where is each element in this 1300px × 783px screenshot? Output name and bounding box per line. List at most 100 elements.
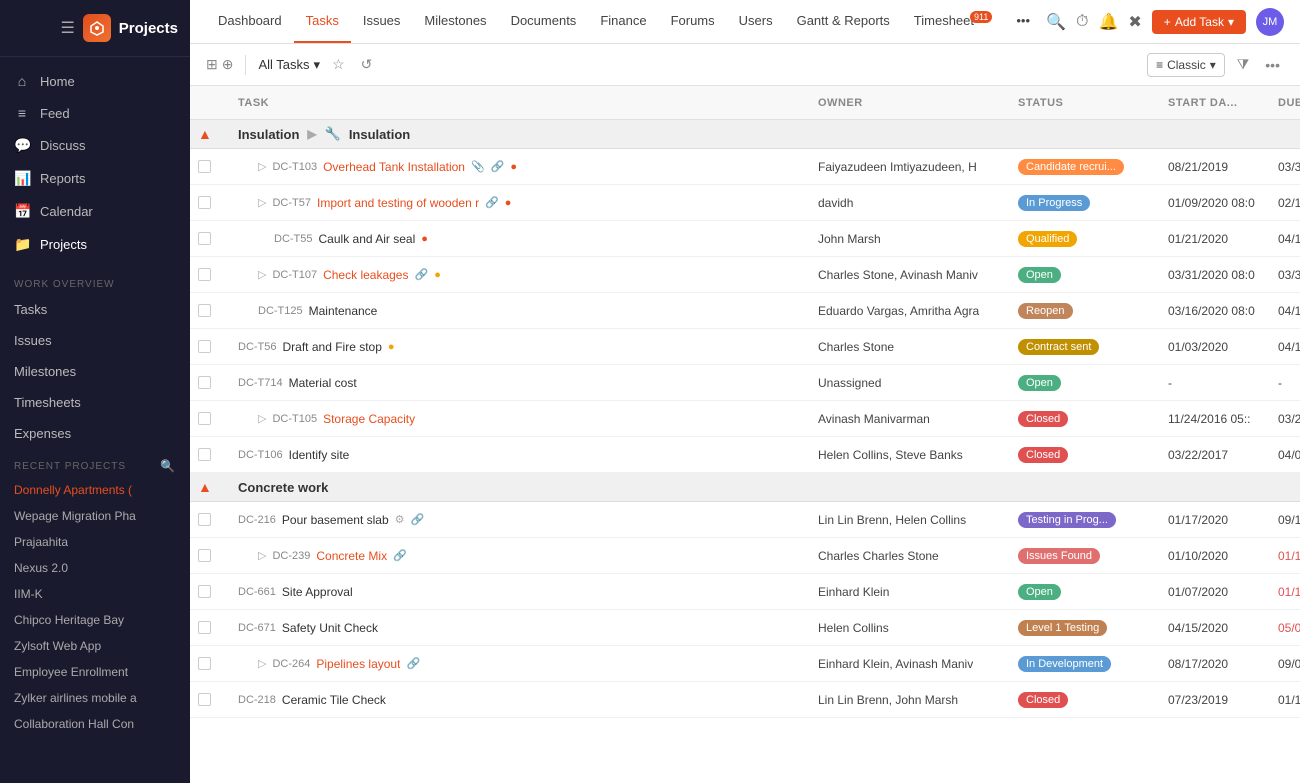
checkbox[interactable] bbox=[198, 513, 211, 526]
task-name[interactable]: Draft and Fire stop bbox=[283, 340, 382, 354]
nav-tasks[interactable]: Tasks bbox=[294, 0, 351, 43]
top-nav: Dashboard Tasks Issues Milestones Docume… bbox=[190, 0, 1300, 44]
nav-issues[interactable]: Issues bbox=[351, 0, 413, 43]
sidebar-item-reports[interactable]: 📊 Reports bbox=[0, 162, 190, 195]
sidebar-item-timesheets[interactable]: Timesheets bbox=[0, 387, 190, 418]
task-name[interactable]: Material cost bbox=[289, 376, 357, 390]
status: Candidate recrui... bbox=[1018, 158, 1168, 175]
recent-project-zylsoft[interactable]: Zylsoft Web App bbox=[0, 633, 190, 659]
task-name[interactable]: Check leakages bbox=[323, 268, 408, 282]
checkbox[interactable] bbox=[198, 196, 211, 209]
status: Level 1 Testing bbox=[1018, 619, 1168, 636]
sidebar-item-home[interactable]: ⌂ Home bbox=[0, 65, 190, 97]
search-icon[interactable]: 🔍 bbox=[1046, 12, 1066, 32]
checkbox[interactable] bbox=[198, 376, 211, 389]
all-tasks-button[interactable]: All Tasks ▾ bbox=[258, 57, 320, 73]
checkbox[interactable] bbox=[198, 340, 211, 353]
group-collapse-icon[interactable]: ▲ bbox=[198, 126, 238, 142]
recent-project-iimk[interactable]: IIM-K bbox=[0, 581, 190, 607]
checkbox[interactable] bbox=[198, 693, 211, 706]
th-task: TASK bbox=[238, 97, 818, 109]
nav-timesheet[interactable]: Timesheet 911 bbox=[902, 0, 1005, 43]
sidebar-item-expenses[interactable]: Expenses bbox=[0, 418, 190, 449]
task-name[interactable]: Pour basement slab bbox=[282, 513, 389, 527]
task-name[interactable]: Overhead Tank Installation bbox=[323, 160, 465, 174]
checkbox[interactable] bbox=[198, 549, 211, 562]
recent-project-donnelly[interactable]: Donnelly Apartments ( bbox=[0, 477, 190, 503]
checkbox[interactable] bbox=[198, 585, 211, 598]
task-name[interactable]: Maintenance bbox=[309, 304, 378, 318]
recent-project-collaboration[interactable]: Collaboration Hall Con bbox=[0, 711, 190, 737]
task-name[interactable]: Ceramic Tile Check bbox=[282, 693, 386, 707]
sidebar-item-milestones[interactable]: Milestones bbox=[0, 356, 190, 387]
add-row-icon[interactable]: ⊕ bbox=[222, 56, 234, 73]
bell-icon[interactable]: 🔔 bbox=[1098, 12, 1118, 32]
row-check bbox=[198, 340, 238, 353]
task-name[interactable]: Import and testing of wooden r bbox=[317, 196, 479, 210]
nav-forums[interactable]: Forums bbox=[659, 0, 727, 43]
logo-icon bbox=[83, 14, 111, 42]
recent-project-employee[interactable]: Employee Enrollment bbox=[0, 659, 190, 685]
filter-icon[interactable]: ⧩ bbox=[1233, 54, 1254, 75]
start-date: 08/21/2019 bbox=[1168, 160, 1278, 174]
checkbox[interactable] bbox=[198, 304, 211, 317]
task-name[interactable]: Safety Unit Check bbox=[282, 621, 378, 635]
user-avatar[interactable]: JM bbox=[1256, 8, 1284, 36]
nav-gantt[interactable]: Gantt & Reports bbox=[785, 0, 902, 43]
group-collapse-icon[interactable]: ▲ bbox=[198, 479, 238, 495]
add-task-button[interactable]: + Add Task ▾ bbox=[1152, 10, 1246, 34]
checkbox[interactable] bbox=[198, 657, 211, 670]
checkbox[interactable] bbox=[198, 160, 211, 173]
subtask-icon: ▷ bbox=[258, 657, 266, 670]
timer-icon[interactable]: ⏱ bbox=[1076, 13, 1088, 31]
task-name[interactable]: Storage Capacity bbox=[323, 412, 415, 426]
sidebar-item-feed[interactable]: ≡ Feed bbox=[0, 97, 190, 129]
due-date: 03/30/2020 bbox=[1278, 160, 1300, 174]
star-icon[interactable]: ☆ bbox=[328, 54, 349, 75]
hamburger-icon[interactable]: ☰ bbox=[60, 18, 74, 38]
nav-more[interactable]: ••• bbox=[1004, 0, 1042, 43]
recent-project-wepage[interactable]: Wepage Migration Pha bbox=[0, 503, 190, 529]
task-name[interactable]: Caulk and Air seal bbox=[319, 232, 416, 246]
task-info: ▷ DC-T107 Check leakages 🔗 ● bbox=[238, 268, 818, 282]
group-insulation[interactable]: ▲ Insulation ▶ 🔧 Insulation bbox=[190, 120, 1300, 149]
task-name[interactable]: Identify site bbox=[289, 448, 350, 462]
task-name[interactable]: Site Approval bbox=[282, 585, 353, 599]
add-icon: + bbox=[1164, 15, 1171, 29]
sidebar-item-calendar-label: Calendar bbox=[40, 204, 93, 219]
due-date: 01/10/2020 bbox=[1278, 549, 1300, 563]
nav-dashboard[interactable]: Dashboard bbox=[206, 0, 294, 43]
recent-project-prajaahita[interactable]: Prajaahita bbox=[0, 529, 190, 555]
sidebar-item-tasks[interactable]: Tasks bbox=[0, 294, 190, 325]
refresh-icon[interactable]: ↺ bbox=[357, 54, 377, 75]
nav-documents[interactable]: Documents bbox=[499, 0, 589, 43]
task-name[interactable]: Pipelines layout bbox=[316, 657, 400, 671]
checkbox[interactable] bbox=[198, 412, 211, 425]
recent-project-zylker[interactable]: Zylker airlines mobile a bbox=[0, 685, 190, 711]
nav-users[interactable]: Users bbox=[727, 0, 785, 43]
task-name[interactable]: Concrete Mix bbox=[316, 549, 387, 563]
chat-icon[interactable]: ✖ bbox=[1128, 12, 1141, 32]
task-info: DC-218 Ceramic Tile Check bbox=[238, 693, 818, 707]
sidebar-item-issues[interactable]: Issues bbox=[0, 325, 190, 356]
group-insulation-title: Insulation ▶ 🔧 Insulation bbox=[238, 126, 1292, 142]
group-concrete[interactable]: ▲ Concrete work bbox=[190, 473, 1300, 502]
recent-project-chipco[interactable]: Chipco Heritage Bay bbox=[0, 607, 190, 633]
link-icon: 🔗 bbox=[393, 549, 407, 562]
nav-finance[interactable]: Finance bbox=[588, 0, 658, 43]
checkbox[interactable] bbox=[198, 448, 211, 461]
sidebar-item-discuss-label: Discuss bbox=[40, 138, 86, 153]
start-date: 01/17/2020 bbox=[1168, 513, 1278, 527]
more-icon[interactable]: ••• bbox=[1261, 55, 1284, 75]
sidebar-item-projects[interactable]: 📁 Projects bbox=[0, 228, 190, 261]
checkbox[interactable] bbox=[198, 621, 211, 634]
sidebar-item-calendar[interactable]: 📅 Calendar bbox=[0, 195, 190, 228]
search-recent-icon[interactable]: 🔍 bbox=[160, 459, 176, 473]
checkbox[interactable] bbox=[198, 268, 211, 281]
classic-view-button[interactable]: ≡ Classic ▾ bbox=[1147, 53, 1225, 77]
recent-project-nexus[interactable]: Nexus 2.0 bbox=[0, 555, 190, 581]
nav-milestones[interactable]: Milestones bbox=[412, 0, 498, 43]
checkbox[interactable] bbox=[198, 232, 211, 245]
start-date: 03/22/2017 bbox=[1168, 448, 1278, 462]
sidebar-item-discuss[interactable]: 💬 Discuss bbox=[0, 129, 190, 162]
